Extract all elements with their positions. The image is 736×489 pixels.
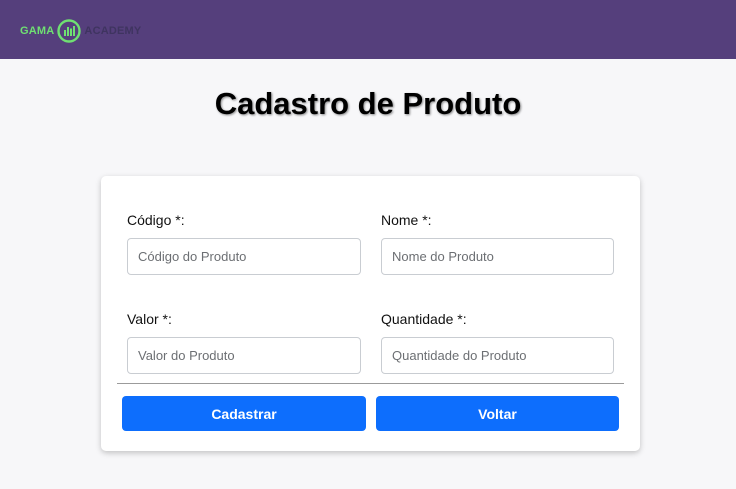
page-title: Cadastro de Produto [214,86,522,121]
valor-label: Valor *: [127,311,172,327]
quantidade-input[interactable] [381,337,614,374]
logo-text-gama: GAMA [20,25,55,37]
codigo-input[interactable] [127,238,361,275]
gama-bars-circle-icon [57,19,82,43]
valor-input[interactable] [127,337,361,374]
voltar-button[interactable]: Voltar [376,396,619,431]
product-form-card: Código *: Nome *: Valor *: Quantidade *:… [101,176,640,451]
gama-academy-logo[interactable]: GAMA ACADEMY [20,18,141,44]
top-navbar: GAMA ACADEMY [0,0,736,59]
nome-label: Nome *: [381,212,432,228]
logo-text-academy: ACADEMY [84,25,142,37]
codigo-label: Código *: [127,212,185,228]
quantidade-label: Quantidade *: [381,311,467,327]
form-divider [117,383,624,384]
nome-input[interactable] [381,238,614,275]
cadastrar-button[interactable]: Cadastrar [122,396,366,431]
